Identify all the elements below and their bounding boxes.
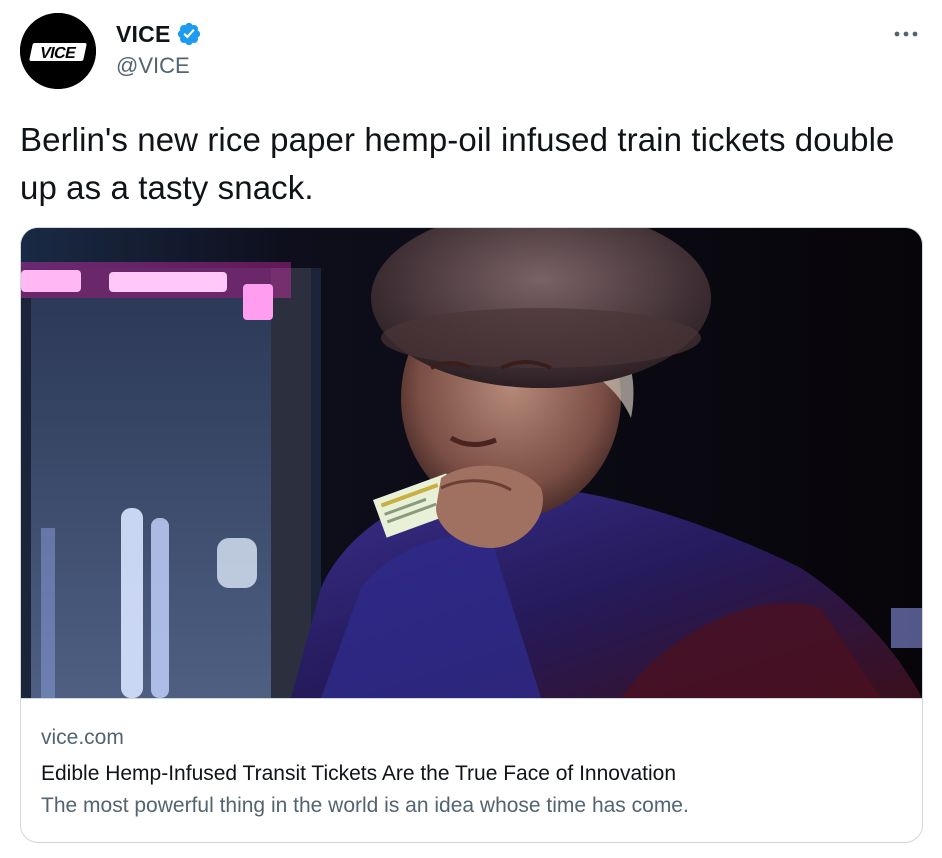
verified-badge-icon — [176, 21, 202, 47]
vice-logo-icon: VICE — [20, 13, 96, 89]
card-domain: vice.com — [41, 726, 124, 749]
link-preview-image[interactable] — [21, 228, 922, 698]
user-handle[interactable]: @VICE — [116, 53, 202, 79]
tweet-text: Berlin's new rice paper hemp-oil infused… — [20, 121, 895, 206]
avatar-logo-text: VICE — [38, 44, 78, 62]
display-name[interactable]: VICE — [116, 21, 170, 48]
more-options-button[interactable] — [886, 18, 926, 50]
author-info: VICE @VICE — [116, 20, 202, 79]
more-horizontal-icon — [894, 31, 918, 37]
tweet: VICE VICE @VICE Berlin's new rice paper … — [0, 0, 942, 858]
link-preview-body[interactable]: vice.com Edible Hemp-Infused Transit Tic… — [21, 698, 922, 842]
avatar[interactable]: VICE — [20, 13, 96, 89]
card-description: The most powerful thing in the world is … — [41, 794, 689, 817]
name-row: VICE — [116, 20, 202, 48]
link-preview-card[interactable]: vice.com Edible Hemp-Infused Transit Tic… — [20, 227, 923, 843]
card-title: Edible Hemp-Infused Transit Tickets Are … — [41, 762, 676, 785]
